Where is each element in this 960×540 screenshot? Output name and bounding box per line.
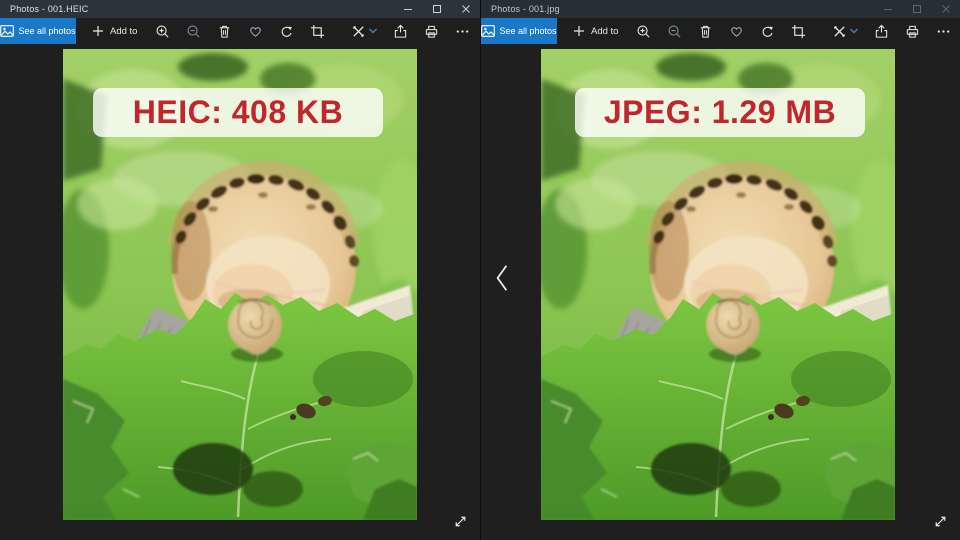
plus-icon (573, 25, 585, 37)
photos-window-jpg: Photos - 001.jpg See all photos Add to (481, 0, 960, 540)
fullscreen-button[interactable] (449, 510, 471, 532)
see-more-button[interactable] (928, 18, 959, 44)
toolbar: See all photos Add to (481, 18, 960, 44)
photo-jpg[interactable]: JPEG: 1.29 MB (541, 49, 895, 520)
file-size-overlay: JPEG: 1.29 MB (575, 88, 865, 137)
share-button[interactable] (385, 18, 416, 44)
chevron-down-icon (368, 27, 378, 35)
rotate-icon (279, 24, 294, 39)
more-ellipsis-icon (455, 24, 470, 39)
edit-create-icon (832, 24, 847, 39)
add-to-button[interactable]: Add to (86, 18, 143, 44)
heart-icon (248, 24, 263, 39)
heart-icon (729, 24, 744, 39)
edit-and-create-button[interactable] (824, 18, 866, 44)
see-more-button[interactable] (447, 18, 478, 44)
zoom-in-icon (155, 24, 170, 39)
toolbar-icons (147, 18, 478, 44)
share-icon (393, 24, 408, 39)
photos-gallery-icon (0, 25, 14, 37)
print-icon (905, 24, 920, 39)
chevron-left-icon (495, 264, 509, 292)
trash-icon (217, 24, 232, 39)
fullscreen-button[interactable] (929, 510, 951, 532)
titlebar[interactable]: Photos - 001.jpg (481, 0, 960, 18)
favorite-button[interactable] (721, 18, 752, 44)
zoom-out-button[interactable] (178, 18, 209, 44)
desktop: Photos - 001.HEIC See all photos Add to (0, 0, 960, 540)
more-ellipsis-icon (936, 24, 951, 39)
zoom-in-button[interactable] (628, 18, 659, 44)
see-all-photos-button[interactable]: See all photos (0, 18, 76, 44)
minimize-button[interactable] (873, 0, 902, 18)
window-title: Photos - 001.HEIC (0, 4, 88, 14)
trash-icon (698, 24, 713, 39)
maximize-button[interactable] (422, 0, 451, 18)
zoom-out-button[interactable] (659, 18, 690, 44)
toolbar: See all photos Add to (0, 18, 480, 44)
zoom-in-button[interactable] (147, 18, 178, 44)
minimize-button[interactable] (393, 0, 422, 18)
toolbar-icons (628, 18, 959, 44)
photos-gallery-icon (481, 25, 495, 37)
window-title: Photos - 001.jpg (481, 4, 560, 14)
edit-and-create-button[interactable] (343, 18, 385, 44)
previous-photo-button[interactable] (489, 258, 515, 298)
file-size-overlay: HEIC: 408 KB (93, 88, 383, 137)
edit-create-icon (351, 24, 366, 39)
share-icon (874, 24, 889, 39)
titlebar[interactable]: Photos - 001.HEIC (0, 0, 480, 18)
delete-button[interactable] (690, 18, 721, 44)
expand-icon (452, 513, 469, 530)
print-button[interactable] (416, 18, 447, 44)
zoom-out-icon (186, 24, 201, 39)
close-button[interactable] (931, 0, 960, 18)
crop-button[interactable] (302, 18, 333, 44)
plus-icon (92, 25, 104, 37)
zoom-in-icon (636, 24, 651, 39)
delete-button[interactable] (209, 18, 240, 44)
add-to-button[interactable]: Add to (567, 18, 624, 44)
zoom-out-icon (667, 24, 682, 39)
rotate-icon (760, 24, 775, 39)
see-all-photos-button[interactable]: See all photos (481, 18, 557, 44)
rotate-button[interactable] (271, 18, 302, 44)
photo-heic[interactable]: HEIC: 408 KB (63, 49, 417, 520)
chevron-down-icon (849, 27, 859, 35)
window-controls (873, 0, 960, 18)
window-controls (393, 0, 480, 18)
print-icon (424, 24, 439, 39)
crop-icon (310, 24, 325, 39)
share-button[interactable] (866, 18, 897, 44)
expand-icon (932, 513, 949, 530)
rotate-button[interactable] (752, 18, 783, 44)
print-button[interactable] (897, 18, 928, 44)
crop-icon (791, 24, 806, 39)
maximize-button[interactable] (902, 0, 931, 18)
close-button[interactable] (451, 0, 480, 18)
photos-window-heic: Photos - 001.HEIC See all photos Add to (0, 0, 480, 540)
favorite-button[interactable] (240, 18, 271, 44)
crop-button[interactable] (783, 18, 814, 44)
